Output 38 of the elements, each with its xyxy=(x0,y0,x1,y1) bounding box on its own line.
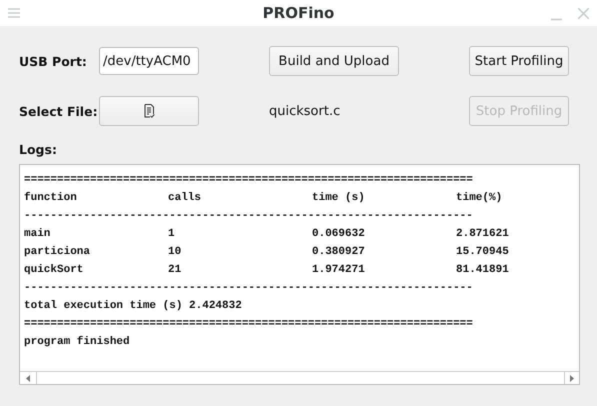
log-cell-text: 81.41891 xyxy=(456,263,509,278)
log-cell-text: time (s) xyxy=(312,191,365,206)
separator-line: ==================================================================== xyxy=(24,173,473,188)
minimize-icon[interactable] xyxy=(551,18,562,20)
menu-icon[interactable] xyxy=(8,8,20,18)
window-title: PROFino xyxy=(262,4,334,22)
log-cell-text: 2.871621 xyxy=(456,227,509,242)
log-cell-text: particiona xyxy=(24,245,90,260)
select-file-button[interactable] xyxy=(99,96,199,126)
log-cell-text: 10 xyxy=(168,245,182,260)
log-cell-text: 0.069632 xyxy=(312,227,365,242)
select-file-label: Select File: xyxy=(19,104,99,118)
log-cell-text: 15.70945 xyxy=(456,245,509,260)
log-cell-text: function xyxy=(24,190,77,206)
separator-line: ==================================================================== xyxy=(24,317,473,332)
log-cell-text: main xyxy=(24,227,50,242)
log-cell-text: quickSort xyxy=(24,263,84,278)
build-upload-button[interactable]: Build and Upload xyxy=(269,46,399,76)
scroll-left-icon[interactable] xyxy=(26,374,30,382)
log-cell-text: 21 xyxy=(168,263,182,278)
horizontal-scrollbar[interactable] xyxy=(20,371,579,384)
separator-line: -------------------------------------------------------------------- xyxy=(24,281,473,296)
usb-port-label: USB Port: xyxy=(19,54,88,68)
scroll-right-icon[interactable] xyxy=(570,374,574,382)
log-cell-text: 1.974271 xyxy=(312,263,365,278)
log-cell-text: time(%) xyxy=(456,191,502,206)
start-profiling-button[interactable]: Start Profiling xyxy=(469,46,569,76)
logs-label: Logs: xyxy=(19,142,58,157)
separator-line: -------------------------------------------------------------------- xyxy=(24,209,473,224)
log-line: total execution time (s) 2.424832 xyxy=(24,299,242,314)
usb-port-field[interactable]: /dev/ttyACM0 xyxy=(99,47,199,75)
close-icon[interactable] xyxy=(578,8,589,18)
document-icon xyxy=(144,104,154,118)
log-cell-text: 0.380927 xyxy=(312,245,365,260)
log-cell-text: calls xyxy=(168,191,202,206)
log-cell-text: 1 xyxy=(168,227,175,242)
file-name: quicksort.c xyxy=(269,104,342,118)
log-line: program finished xyxy=(24,334,130,350)
